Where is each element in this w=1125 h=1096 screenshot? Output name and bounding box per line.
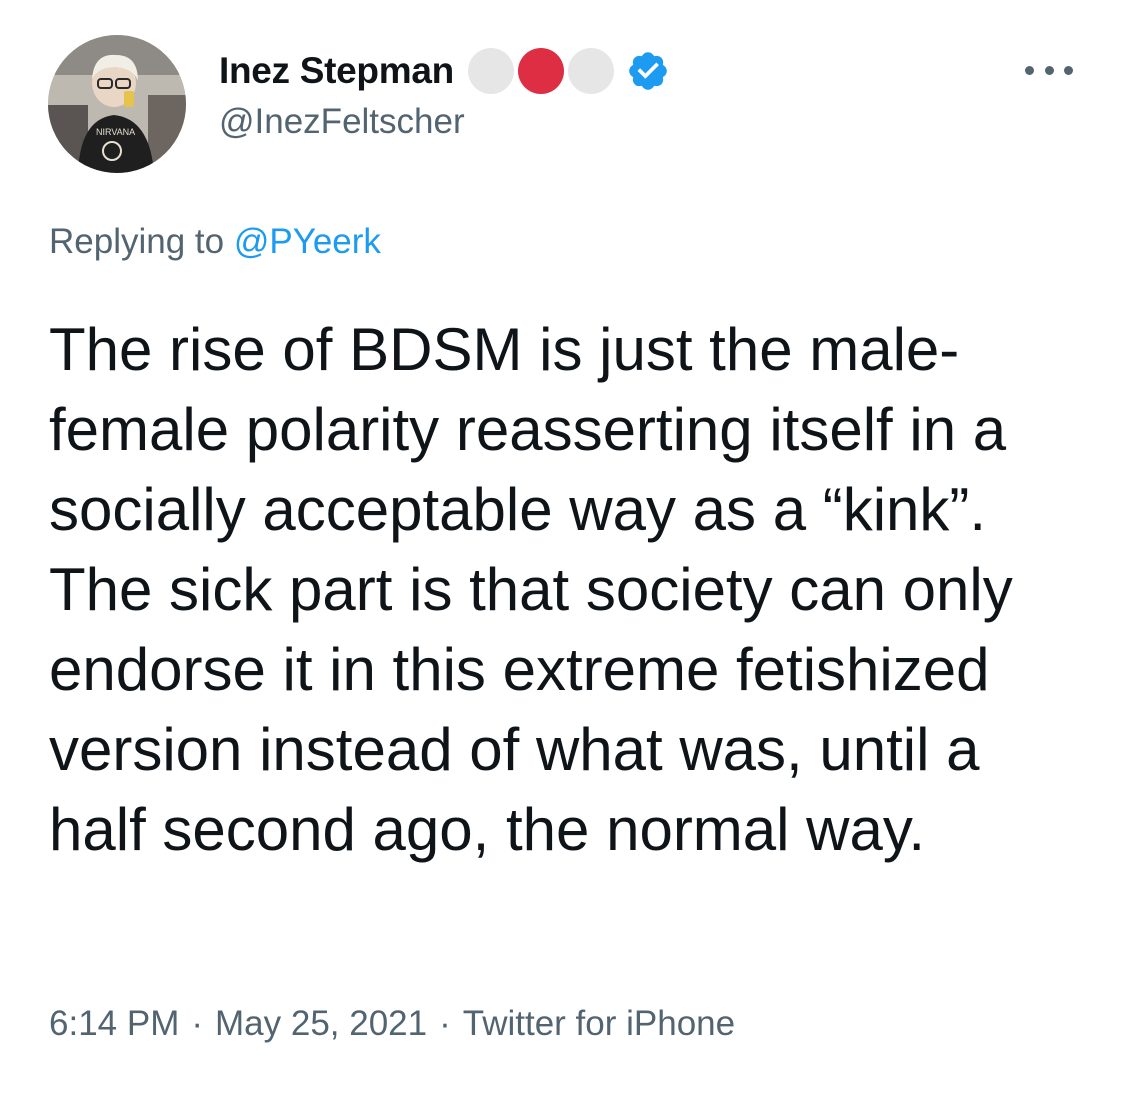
tweet-source[interactable]: Twitter for iPhone xyxy=(463,1004,735,1043)
more-dot xyxy=(1044,65,1054,75)
red-circle-emoji xyxy=(517,48,564,94)
display-name[interactable]: Inez Stepman xyxy=(219,50,454,92)
replying-to-label: Replying to xyxy=(49,222,234,261)
author-header: Inez Stepman @InezFeltscher xyxy=(219,46,670,142)
more-icon[interactable] xyxy=(1025,60,1073,80)
meta-separator: · xyxy=(439,1004,451,1043)
emoji-row xyxy=(467,48,618,94)
replying-to: Replying to @PYeerk xyxy=(49,222,381,262)
more-dot xyxy=(1025,65,1034,75)
author-handle[interactable]: @InezFeltscher xyxy=(219,102,670,142)
verified-badge-icon xyxy=(629,52,667,90)
white-circle-emoji xyxy=(567,48,614,94)
white-circle-emoji xyxy=(467,48,514,94)
meta-separator: · xyxy=(191,1004,204,1043)
tweet-date[interactable]: May 25, 2021 xyxy=(215,1004,427,1043)
avatar[interactable]: NIRVANA xyxy=(48,35,186,173)
more-dot xyxy=(1064,65,1073,75)
tweet-meta: 6:14 PM · May 25, 2021 · Twitter for iPhone xyxy=(49,1004,735,1044)
tweet-text: The rise of BDSM is just the male-female… xyxy=(49,316,1013,863)
avatar-image: NIRVANA xyxy=(48,35,186,173)
reply-handle-link[interactable]: @PYeerk xyxy=(234,222,381,261)
name-row: Inez Stepman xyxy=(219,46,670,96)
tweet-time[interactable]: 6:14 PM xyxy=(49,1004,179,1043)
tweet: NIRVANA Inez Stepman @InezFeltscher Repl… xyxy=(0,0,1125,1096)
svg-text:NIRVANA: NIRVANA xyxy=(96,127,135,137)
